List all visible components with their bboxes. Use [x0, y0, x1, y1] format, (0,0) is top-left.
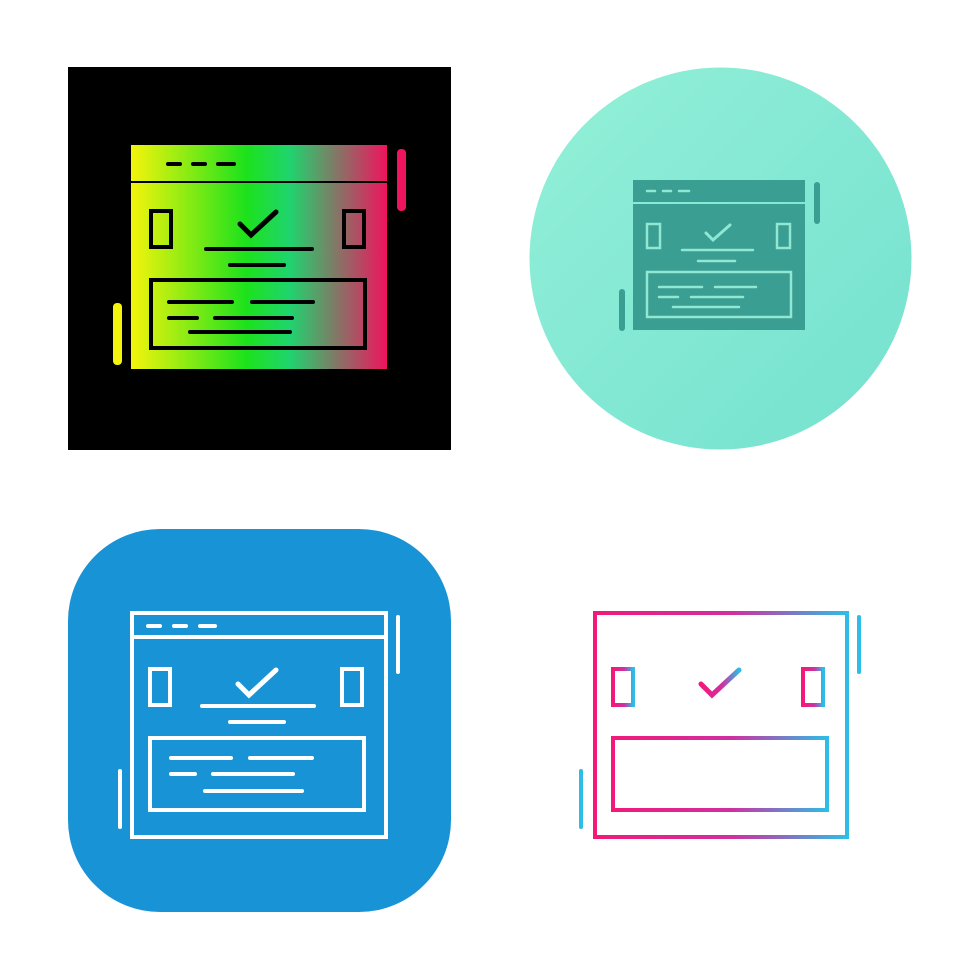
- webpage-approved-icon: [579, 611, 861, 839]
- webpage-outline: [593, 611, 849, 839]
- webpage-approved-icon: [529, 67, 912, 450]
- webpage-approved-icon: [68, 529, 451, 912]
- webpage-approved-icon: [68, 67, 451, 450]
- webpage-glyph: [113, 145, 406, 369]
- webpage-approved-icon-line: [68, 529, 451, 912]
- webpage-approved-icon-gradient-line: [529, 529, 912, 912]
- webpage-approved-icon-gradient-glyph: [68, 67, 451, 450]
- webpage-approved-icon-glyph: [529, 67, 912, 450]
